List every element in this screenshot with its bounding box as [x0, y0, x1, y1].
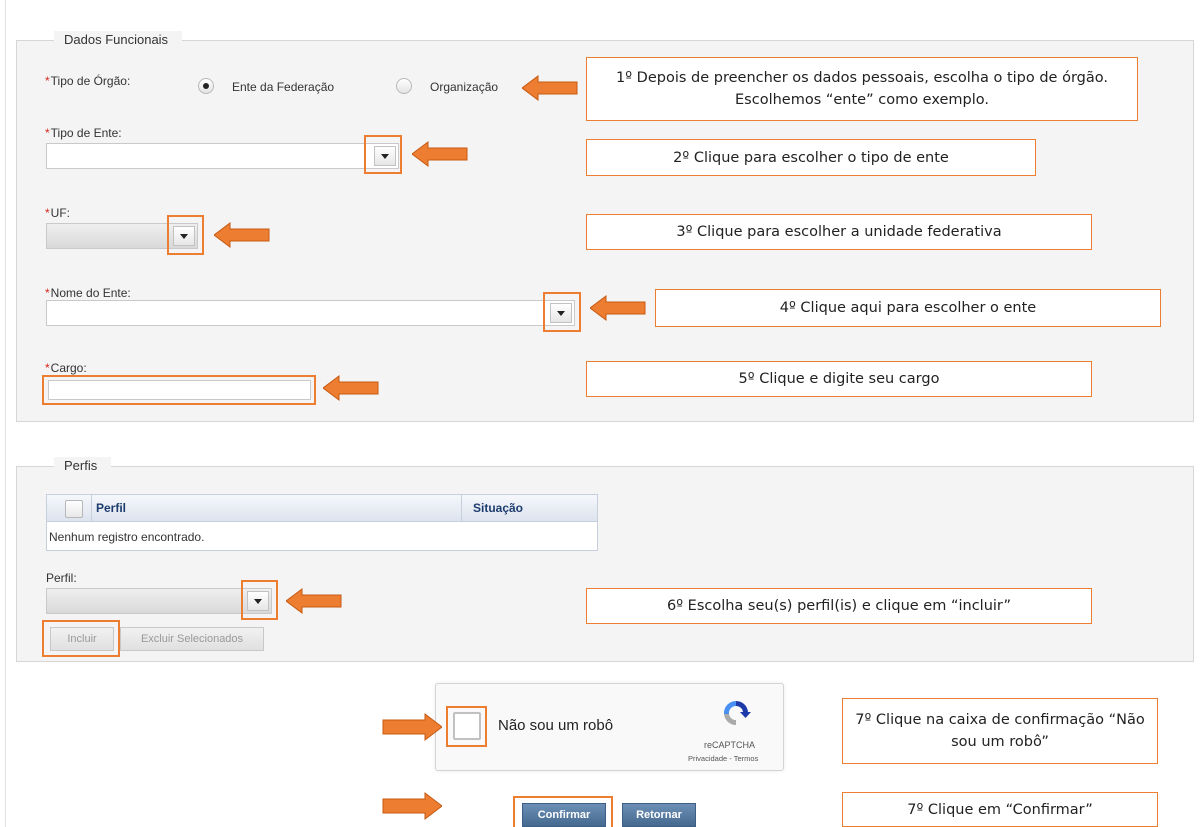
perfis-table-header: Perfil Situação	[46, 494, 598, 522]
recaptcha-brand: reCAPTCHA	[704, 740, 756, 750]
tipo-ente-label: *Tipo de Ente:	[45, 126, 122, 140]
callout-step2: 2º Clique para escolher o tipo de ente	[586, 139, 1036, 176]
radio-organizacao[interactable]	[396, 78, 412, 94]
arrow-left-icon	[323, 375, 379, 401]
tipo-ente-select[interactable]	[46, 143, 399, 169]
arrow-left-icon	[412, 141, 468, 167]
uf-highlight	[167, 215, 204, 255]
uf-label-text: UF:	[50, 206, 71, 220]
callout-step3: 3º Clique para escolher a unidade federa…	[586, 214, 1092, 250]
required-marker: *	[45, 286, 50, 300]
arrow-left-icon	[590, 295, 646, 321]
tipo-orgao-label-text: Tipo de Órgão:	[50, 74, 131, 88]
callout-step1: 1º Depois de preencher os dados pessoais…	[586, 57, 1138, 121]
recaptcha-label: Não sou um robô	[498, 717, 614, 734]
dados-funcionais-legend: Dados Funcionais	[54, 31, 183, 49]
radio-organizacao-label[interactable]: Organização	[430, 80, 498, 94]
required-marker: *	[45, 206, 50, 220]
arrow-right-icon	[382, 791, 442, 821]
page-edge	[5, 0, 6, 827]
callout-step7a: 7º Clique na caixa de confirmação “Não s…	[842, 698, 1158, 764]
perfil-select[interactable]	[46, 588, 272, 614]
retornar-button[interactable]: Retornar	[622, 803, 696, 827]
select-all-checkbox[interactable]	[65, 500, 83, 518]
arrow-right-icon	[382, 712, 442, 742]
perfil-highlight	[241, 580, 278, 620]
confirmar-highlight	[513, 796, 613, 827]
tipo-orgao-label: *Tipo de Órgão:	[45, 74, 130, 88]
cargo-highlight	[42, 375, 316, 405]
callout-step6: 6º Escolha seu(s) perfil(is) e clique em…	[586, 588, 1092, 624]
nome-ente-select[interactable]	[46, 300, 575, 326]
tipo-ente-label-text: Tipo de Ente:	[50, 126, 122, 140]
arrow-left-icon	[522, 75, 578, 101]
nome-ente-label-text: Nome do Ente:	[50, 286, 131, 300]
radio-ente-federacao-label[interactable]: Ente da Federação	[232, 80, 334, 94]
nome-ente-highlight	[543, 292, 581, 332]
tipo-ente-highlight	[364, 135, 402, 174]
recaptcha-logo-icon	[723, 700, 751, 726]
radio-selected-dot	[203, 83, 209, 89]
cargo-label: *Cargo:	[45, 361, 87, 375]
callout-step5: 5º Clique e digite seu cargo	[586, 361, 1092, 397]
excluir-selecionados-button[interactable]: Excluir Selecionados	[120, 627, 264, 651]
callout-step7b: 7º Clique em “Confirmar”	[842, 792, 1158, 827]
incluir-highlight	[42, 620, 120, 657]
arrow-left-icon	[214, 222, 270, 248]
header-divider	[461, 495, 462, 521]
uf-label: *UF:	[45, 206, 70, 220]
recaptcha-widget: Não sou um robô reCAPTCHA Privacidade - …	[435, 683, 784, 771]
column-header-situacao[interactable]: Situação	[473, 501, 523, 515]
column-header-perfil[interactable]: Perfil	[96, 501, 126, 515]
perfil-label: Perfil:	[46, 571, 77, 585]
nome-ente-label: *Nome do Ente:	[45, 286, 131, 300]
radio-ente-federacao[interactable]	[198, 78, 214, 94]
arrow-left-icon	[286, 588, 342, 614]
cargo-label-text: Cargo:	[50, 361, 87, 375]
perfis-legend: Perfis	[54, 457, 112, 475]
recaptcha-highlight	[446, 706, 487, 747]
empty-message: Nenhum registro encontrado.	[49, 530, 205, 544]
required-marker: *	[45, 74, 50, 88]
required-marker: *	[45, 361, 50, 375]
recaptcha-links[interactable]: Privacidade - Termos	[688, 754, 758, 763]
callout-step4: 4º Clique aqui para escolher o ente	[655, 289, 1161, 327]
required-marker: *	[45, 126, 50, 140]
header-divider	[91, 495, 92, 521]
